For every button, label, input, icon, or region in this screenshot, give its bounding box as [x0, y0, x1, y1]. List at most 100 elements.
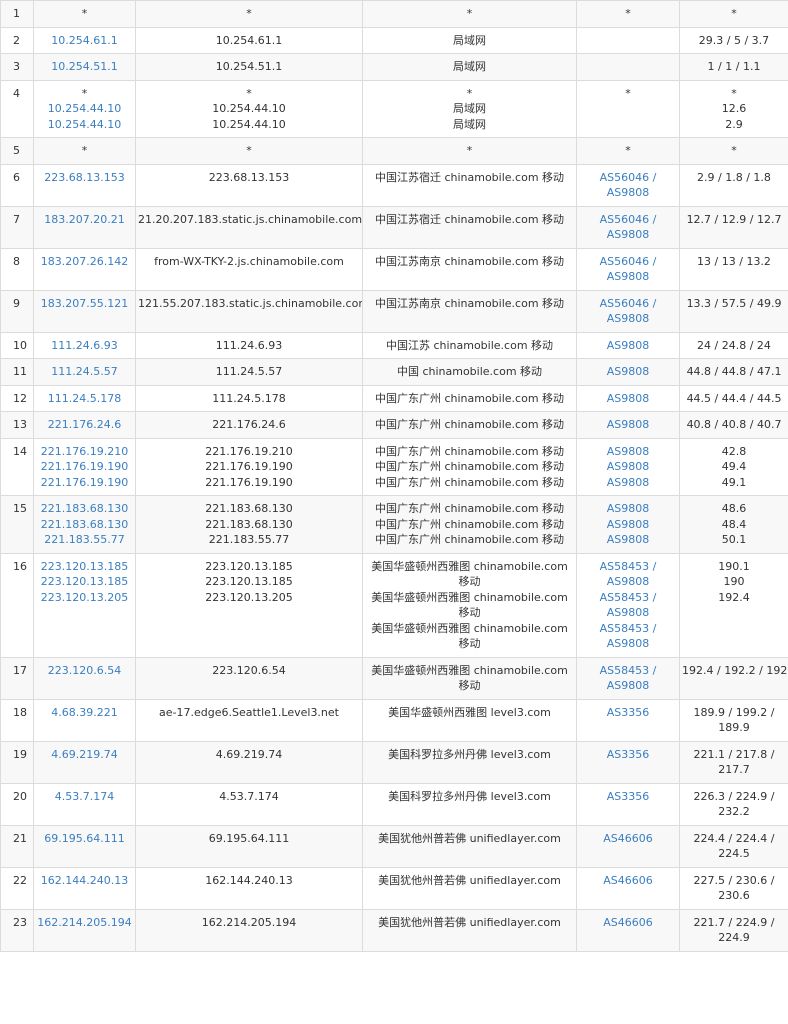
hop-hostname-cell: 111.24.5.178 [135, 384, 363, 412]
latency-text: 50.1 [721, 533, 747, 546]
hop-as-cell: AS46606 [576, 866, 680, 910]
as-link[interactable]: AS56046 / [579, 170, 677, 186]
as-link[interactable]: AS56046 / [579, 254, 677, 270]
as-link[interactable]: AS3356 [579, 705, 677, 721]
as-link[interactable]: AS46606 [579, 831, 677, 847]
as-link[interactable]: AS3356 [579, 747, 677, 763]
ip-link[interactable]: 183.207.20.21 [36, 212, 133, 228]
as-link[interactable]: AS9808 [579, 444, 677, 460]
hostname-text: 221.176.19.190 [205, 460, 293, 473]
ip-link[interactable]: 221.183.68.130 [36, 517, 133, 533]
ip-link[interactable]: 4.53.7.174 [36, 789, 133, 805]
as-link[interactable]: AS46606 [579, 873, 677, 889]
as-link[interactable]: AS9808 [579, 391, 677, 407]
as-link[interactable]: AS9808 [579, 517, 677, 533]
hop-row: 13 221.176.24.6 221.176.24.6 中国广东广州 chinamo… [0, 411, 788, 439]
hop-row: 11 111.24.5.57 111.24.5.57 中国 chinamobile.c… [0, 358, 788, 386]
ip-link[interactable]: 223.120.6.54 [36, 663, 133, 679]
ip-link[interactable]: 223.120.13.185 [36, 574, 133, 590]
hop-ip-cell: 4.69.219.74 [33, 740, 136, 784]
ip-link[interactable]: 10.254.44.10 [36, 117, 133, 133]
as-link[interactable]: AS9808 [579, 678, 677, 694]
ip-link[interactable]: 4.68.39.221 [36, 705, 133, 721]
ip-link[interactable]: 223.120.13.205 [36, 590, 133, 606]
latency-text: 24 / 24.8 / 24 [697, 338, 771, 352]
hop-time-cell: 2.9 / 1.8 / 1.8 [679, 163, 788, 207]
as-link[interactable]: AS9808 [579, 636, 677, 652]
as-link[interactable]: AS9808 [579, 185, 677, 201]
ip-link[interactable]: 221.176.19.190 [36, 459, 133, 475]
as-link[interactable]: AS9808 [579, 501, 677, 517]
hop-hostname-cell: 21.20.207.183.static.js.chinamobile.com [135, 205, 363, 249]
ip-link[interactable]: 111.24.5.178 [36, 391, 133, 407]
hop-ip-cell: 69.195.64.111 [33, 824, 136, 868]
hop-ip-cell: 111.24.5.57 [33, 358, 136, 386]
ip-link[interactable]: 183.207.55.121 [36, 296, 133, 312]
latency-text: 1 / 1 / 1.1 [707, 60, 761, 73]
ip-link[interactable]: 10.254.44.10 [36, 101, 133, 117]
as-link[interactable]: AS9808 [579, 475, 677, 491]
as-link[interactable]: AS3356 [579, 789, 677, 805]
no-response-marker: * [246, 7, 252, 20]
as-link[interactable]: AS9808 [579, 532, 677, 548]
ip-link[interactable]: 221.176.24.6 [36, 417, 133, 433]
hop-hostname-cell: 111.24.5.57 [135, 358, 363, 386]
hostname-text: 221.183.68.130 [205, 517, 293, 531]
ip-link[interactable]: 111.24.6.93 [36, 338, 133, 354]
ip-link[interactable]: 10.254.51.1 [36, 59, 133, 75]
ip-link[interactable]: 162.214.205.194 [36, 915, 133, 931]
hop-as-cell: AS58453 /AS9808 AS58453 /AS9808 AS58453 /A… [576, 552, 680, 658]
ip-link[interactable]: 221.183.68.130 [36, 501, 133, 517]
hop-number: 20 [0, 782, 34, 826]
hostname-text: 10.254.51.1 [215, 60, 283, 73]
as-link[interactable]: AS9808 [579, 338, 677, 354]
hop-row: 2 10.254.61.1 10.254.61.1 局域网 29.3 / 5 / 3.7 [0, 26, 788, 54]
as-link[interactable]: AS9808 [579, 269, 677, 285]
as-link[interactable]: AS58453 / [579, 663, 677, 679]
ip-link[interactable]: 221.176.19.210 [36, 444, 133, 460]
ip-link[interactable]: 221.176.19.190 [36, 475, 133, 491]
as-link[interactable]: AS58453 / [579, 590, 677, 606]
hop-hostname-cell: 162.214.205.194 [135, 908, 363, 952]
hop-time-cell: 42.8 49.4 49.1 [679, 437, 788, 496]
hop-location-cell: 中国江苏宿迁 chinamobile.com 移动 [362, 205, 577, 249]
as-link[interactable]: AS9808 [579, 574, 677, 590]
as-link[interactable]: AS46606 [579, 915, 677, 931]
hop-hostname-cell: 111.24.6.93 [135, 331, 363, 359]
hop-row: 5 * * * * * [0, 137, 788, 165]
hop-location-cell: 美国犹他州普若佛 unifiedlayer.com [362, 866, 577, 910]
ip-link[interactable]: 183.207.26.142 [36, 254, 133, 270]
hostname-text: 221.176.24.6 [212, 418, 286, 431]
as-link[interactable]: AS9808 [579, 227, 677, 243]
as-link[interactable]: AS56046 / [579, 212, 677, 228]
as-link[interactable]: AS9808 [579, 417, 677, 433]
as-link[interactable]: AS9808 [579, 605, 677, 621]
hop-time-cell: 13.3 / 57.5 / 49.9 [679, 289, 788, 333]
hop-hostname-cell: 4.69.219.74 [135, 740, 363, 784]
hop-as-cell: AS3356 [576, 740, 680, 784]
as-link[interactable]: AS58453 / [579, 559, 677, 575]
ip-link[interactable]: 10.254.61.1 [36, 33, 133, 49]
hop-time-cell: 44.8 / 44.8 / 47.1 [679, 358, 788, 386]
latency-text: 44.8 / 44.8 / 47.1 [686, 365, 782, 378]
latency-text: 13.3 / 57.5 / 49.9 [686, 296, 782, 310]
latency-text: 226.3 / 224.9 / [693, 789, 775, 803]
ip-link[interactable]: 223.68.13.153 [36, 170, 133, 186]
hop-time-cell: 24 / 24.8 / 24 [679, 331, 788, 359]
ip-link[interactable]: 221.183.55.77 [36, 532, 133, 548]
hop-ip-cell: * [33, 137, 136, 165]
ip-link[interactable]: 111.24.5.57 [36, 364, 133, 380]
as-link[interactable]: AS56046 / [579, 296, 677, 312]
as-link[interactable]: AS9808 [579, 364, 677, 380]
latency-text: 224.4 / 224.4 / [693, 831, 775, 845]
as-link[interactable]: AS9808 [579, 459, 677, 475]
ip-link[interactable]: 69.195.64.111 [36, 831, 133, 847]
as-link[interactable]: AS58453 / [579, 621, 677, 637]
as-link[interactable]: AS9808 [579, 311, 677, 327]
hop-number: 22 [0, 866, 34, 910]
hop-hostname-cell: 69.195.64.111 [135, 824, 363, 868]
hop-hostname-cell: 223.120.6.54 [135, 656, 363, 700]
ip-link[interactable]: 4.69.219.74 [36, 747, 133, 763]
ip-link[interactable]: 223.120.13.185 [36, 559, 133, 575]
ip-link[interactable]: 162.144.240.13 [36, 873, 133, 889]
